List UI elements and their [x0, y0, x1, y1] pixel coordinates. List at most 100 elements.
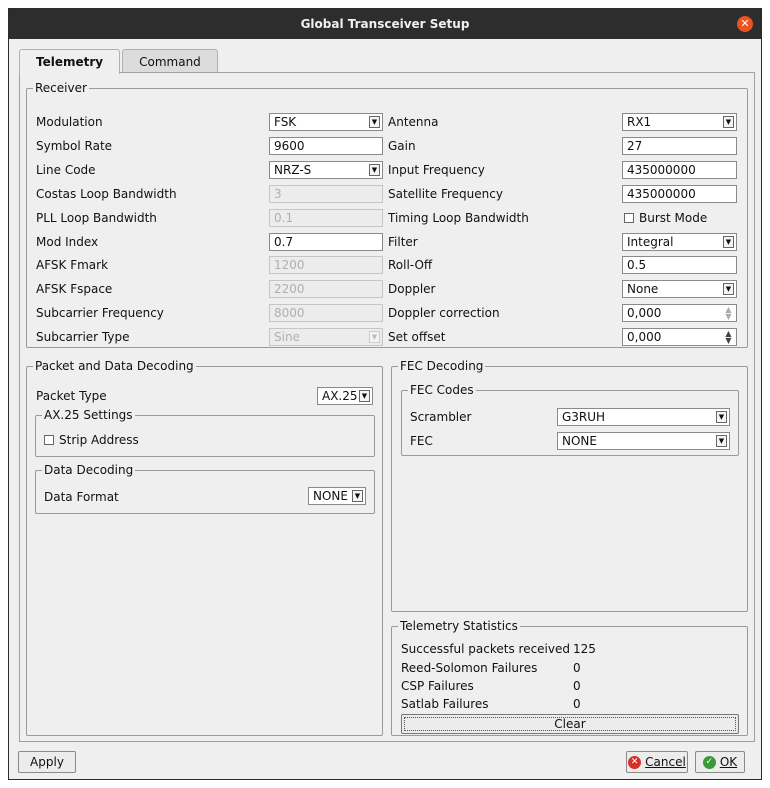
strip-address-label: Strip Address — [59, 433, 139, 447]
stat-value: 0 — [573, 697, 581, 711]
antenna-label: Antenna — [388, 115, 439, 129]
modulation-select[interactable]: FSK ▼ — [269, 113, 383, 131]
symbol-rate-input[interactable]: 9600 — [269, 137, 383, 155]
scrambler-select[interactable]: G3RUH ▼ — [557, 408, 730, 426]
fec-decoding-group: FEC Decoding FEC Codes Scrambler G3RUH ▼… — [391, 359, 748, 612]
doppler-correction-value: 0,000 — [627, 306, 662, 320]
data-format-label: Data Format — [44, 490, 119, 504]
data-decoding-title: Data Decoding — [42, 463, 136, 477]
line-code-value: NRZ-S — [274, 163, 312, 177]
afsk-fmark-input[interactable]: 1200 — [269, 256, 383, 274]
burst-mode-label: Burst Mode — [639, 211, 708, 225]
stats-group-title: Telemetry Statistics — [398, 619, 520, 633]
chevron-down-icon: ▼ — [723, 236, 734, 248]
tab-command[interactable]: Command — [122, 49, 218, 73]
cancel-icon: ✕ — [628, 755, 642, 769]
tab-telemetry[interactable]: Telemetry — [19, 49, 121, 74]
title-bar: Global Transceiver Setup ✕ — [9, 9, 761, 39]
clear-button[interactable]: Clear — [401, 714, 739, 734]
chevron-down-icon: ▼ — [359, 390, 370, 402]
checkbox-icon — [44, 435, 54, 445]
packet-decoding-group: Packet and Data Decoding Packet Type AX.… — [26, 359, 383, 736]
pll-bw-input[interactable]: 0.1 — [269, 209, 383, 227]
line-code-label: Line Code — [36, 163, 96, 177]
input-freq-input[interactable]: 435000000 — [622, 161, 737, 179]
set-offset-spinbox[interactable]: 0,000 ▲ ▼ — [622, 328, 737, 346]
tab-bar: Telemetry Command — [19, 49, 220, 74]
set-offset-value: 0,000 — [627, 330, 662, 344]
receiver-group-title: Receiver — [33, 81, 89, 95]
stat-value: 0 — [573, 679, 581, 693]
afsk-fmark-label: AFSK Fmark — [36, 258, 109, 272]
doppler-value: None — [627, 282, 659, 296]
stat-value: 0 — [573, 661, 581, 675]
data-decoding-group: Data Decoding Data Format NONE ▼ — [35, 463, 375, 514]
satellite-freq-input[interactable]: 435000000 — [622, 185, 737, 203]
strip-address-checkbox[interactable]: Strip Address — [44, 432, 139, 448]
chevron-down-icon: ▼ — [723, 283, 734, 295]
doppler-correction-spinbox[interactable]: 0,000 ▲ ▼ — [622, 304, 737, 322]
fec-value: NONE — [562, 434, 597, 448]
ok-label: OK — [719, 755, 738, 769]
cancel-button[interactable]: ✕ Cancel — [626, 751, 688, 773]
filter-value: Integral — [627, 235, 674, 249]
doppler-correction-label: Doppler correction — [388, 306, 500, 320]
doppler-label: Doppler — [388, 282, 436, 296]
fec-codes-title: FEC Codes — [408, 383, 476, 397]
subcarrier-freq-input[interactable]: 8000 — [269, 304, 383, 322]
fec-codes-group: FEC Codes Scrambler G3RUH ▼ FEC NONE ▼ — [401, 383, 739, 456]
stat-label: Reed-Solomon Failures — [401, 661, 538, 675]
spin-arrows-icon[interactable]: ▲ ▼ — [723, 306, 734, 321]
line-code-select[interactable]: NRZ-S ▼ — [269, 161, 383, 179]
antenna-value: RX1 — [627, 115, 652, 129]
close-icon[interactable]: ✕ — [737, 16, 753, 32]
pll-bw-label: PLL Loop Bandwidth — [36, 211, 157, 225]
stat-label: Satlab Failures — [401, 697, 489, 711]
mod-index-label: Mod Index — [36, 235, 99, 249]
fec-label: FEC — [410, 434, 433, 448]
packet-group-title: Packet and Data Decoding — [33, 359, 196, 373]
antenna-select[interactable]: RX1 ▼ — [622, 113, 737, 131]
cancel-label: Cancel — [645, 755, 686, 769]
telemetry-stats-group: Telemetry Statistics Successful packets … — [391, 619, 748, 736]
costas-bw-input[interactable]: 3 — [269, 185, 383, 203]
subcarrier-freq-label: Subcarrier Frequency — [36, 306, 164, 320]
window-title: Global Transceiver Setup — [300, 17, 470, 31]
subcarrier-type-value: Sine — [274, 330, 300, 344]
subcarrier-type-select[interactable]: Sine ▼ — [269, 328, 383, 346]
mod-index-input[interactable]: 0.7 — [269, 233, 383, 251]
scrambler-value: G3RUH — [562, 410, 606, 424]
gain-input[interactable]: 27 — [622, 137, 737, 155]
stat-value: 125 — [573, 642, 596, 656]
doppler-select[interactable]: None ▼ — [622, 280, 737, 298]
fec-group-title: FEC Decoding — [398, 359, 486, 373]
afsk-fspace-label: AFSK Fspace — [36, 282, 113, 296]
symbol-rate-label: Symbol Rate — [36, 139, 113, 153]
stat-label: CSP Failures — [401, 679, 474, 693]
checkbox-icon — [624, 213, 634, 223]
ok-button[interactable]: ✓ OK — [695, 751, 745, 773]
chevron-down-icon: ▼ — [716, 435, 727, 447]
packet-type-value: AX.25 — [322, 389, 358, 403]
telemetry-pane: Receiver Modulation FSK ▼ Symbol Rate 96… — [19, 72, 755, 742]
packet-type-label: Packet Type — [36, 389, 107, 403]
ax25-group-title: AX.25 Settings — [42, 408, 135, 422]
spin-arrows-icon[interactable]: ▲ ▼ — [723, 330, 734, 345]
afsk-fspace-input[interactable]: 2200 — [269, 280, 383, 298]
fec-select[interactable]: NONE ▼ — [557, 432, 730, 450]
data-format-select[interactable]: NONE ▼ — [308, 487, 366, 505]
gain-label: Gain — [388, 139, 416, 153]
input-freq-label: Input Frequency — [388, 163, 485, 177]
set-offset-label: Set offset — [388, 330, 446, 344]
chevron-down-icon: ▼ — [369, 116, 380, 128]
chevron-down-icon: ▼ — [723, 116, 734, 128]
burst-mode-checkbox[interactable]: Burst Mode — [624, 210, 707, 226]
timing-bw-label: Timing Loop Bandwidth — [388, 211, 529, 225]
stat-label: Successful packets received — [401, 642, 570, 656]
rolloff-input[interactable]: 0.5 — [622, 256, 737, 274]
modulation-value: FSK — [274, 115, 297, 129]
apply-button[interactable]: Apply — [18, 751, 76, 773]
scrambler-label: Scrambler — [410, 410, 472, 424]
filter-select[interactable]: Integral ▼ — [622, 233, 737, 251]
packet-type-select[interactable]: AX.25 ▼ — [317, 387, 373, 405]
